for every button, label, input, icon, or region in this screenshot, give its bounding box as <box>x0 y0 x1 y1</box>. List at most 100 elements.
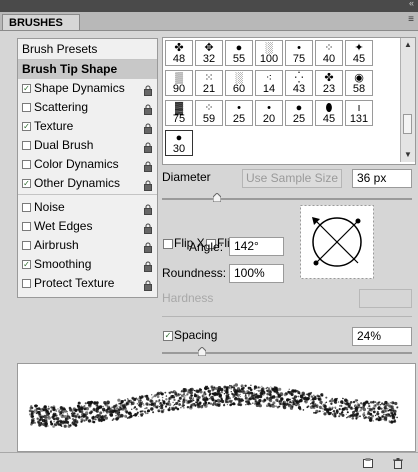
brush-preset-cell[interactable]: ⁘ 40 <box>315 40 343 66</box>
option-scattering[interactable]: Scattering <box>18 98 157 117</box>
lock-icon[interactable] <box>143 178 153 191</box>
panel-bottom-bar <box>0 452 418 472</box>
option-label: Dual Brush <box>34 138 94 152</box>
brush-size-label: 131 <box>349 113 369 125</box>
brush-preset-cell[interactable]: ✤ 23 <box>315 70 343 96</box>
spacing-input[interactable]: 24% <box>352 327 412 346</box>
option-wet-edges[interactable]: Wet Edges <box>18 217 157 236</box>
brush-preset-cell[interactable]: ⁖ 14 <box>255 70 283 96</box>
trash-icon[interactable] <box>392 457 404 469</box>
option-protect-texture[interactable]: Protect Texture <box>18 274 157 293</box>
hardness-label: Hardness <box>162 291 214 305</box>
brush-size-label: 45 <box>322 113 336 125</box>
option-checkbox[interactable]: ✓ <box>22 84 31 93</box>
brush-preset-cell[interactable]: ✥ 32 <box>195 40 223 66</box>
panel-menu-icon[interactable]: ≡ <box>408 14 414 25</box>
option-checkbox[interactable] <box>22 279 31 288</box>
option-label: Protect Texture <box>34 276 115 290</box>
brush-size-label: 75 <box>172 113 186 125</box>
option-checkbox[interactable] <box>22 222 31 231</box>
brush-size-label: 40 <box>322 53 336 65</box>
stroke-preview <box>17 363 416 452</box>
option-texture[interactable]: ✓ Texture <box>18 117 157 136</box>
panel-title-bar: « <box>0 0 418 12</box>
angle-input[interactable]: 142° <box>229 237 284 256</box>
brush-preset-cell[interactable]: ⁘ 59 <box>195 100 223 126</box>
brush-preset-cell[interactable]: ░ 60 <box>225 70 253 96</box>
brush-size-label: 60 <box>232 83 246 95</box>
brush-preset-cell[interactable]: • 25 <box>225 100 253 126</box>
brush-preset-cell[interactable]: ● 25 <box>285 100 313 126</box>
option-checkbox[interactable] <box>22 203 31 212</box>
option-checkbox[interactable] <box>22 160 31 169</box>
brush-preset-cell[interactable]: ı 131 <box>345 100 373 126</box>
scroll-up-icon[interactable]: ▲ <box>402 39 414 51</box>
tab-brushes[interactable]: BRUSHES <box>2 14 80 30</box>
option-dual-brush[interactable]: Dual Brush <box>18 136 157 155</box>
brush-preset-cell[interactable]: ⁛ 43 <box>285 70 313 96</box>
brush-preset-cell[interactable]: ⬮ 45 <box>315 100 343 126</box>
brush-preset-cell[interactable]: ▓ 75 <box>165 100 193 126</box>
brush-preset-cell[interactable]: ● 30 <box>165 130 193 156</box>
lock-icon[interactable] <box>143 278 153 291</box>
brush-size-label: 25 <box>232 113 246 125</box>
brush-preset-cell[interactable]: ✤ 48 <box>165 40 193 66</box>
brush-preset-cell[interactable]: ░ 100 <box>255 40 283 66</box>
option-checkbox[interactable]: ✓ <box>22 179 31 188</box>
list-separator <box>18 194 157 195</box>
lock-icon[interactable] <box>143 259 153 272</box>
scroll-down-icon[interactable]: ▼ <box>402 149 414 161</box>
lock-icon[interactable] <box>143 121 153 134</box>
brush-tip-grid: ▲ ▼ ✤ 48 ✥ 32 ● 55 ░ 100 • 75 ⁘ 40 ✦ 45 ▒ 90 ⁙ 21 ░ 60 ⁖ 14 ⁛ 4… <box>162 37 416 165</box>
brush-size-label: 20 <box>262 113 276 125</box>
option-checkbox[interactable] <box>22 103 31 112</box>
lock-icon[interactable] <box>143 221 153 234</box>
spacing-slider-thumb[interactable] <box>198 347 206 356</box>
spacing-checkbox[interactable]: ✓ <box>163 331 173 341</box>
lock-icon[interactable] <box>143 140 153 153</box>
grid-scrollbar[interactable]: ▲ ▼ <box>400 38 415 162</box>
brush-preset-cell[interactable]: ⁙ 21 <box>195 70 223 96</box>
diameter-slider-thumb[interactable] <box>213 193 221 202</box>
option-noise[interactable]: Noise <box>18 198 157 217</box>
option-label: Noise <box>34 200 65 214</box>
option-brush-tip-shape[interactable]: Brush Tip Shape <box>18 60 157 79</box>
option-label: Brush Tip Shape <box>22 62 118 76</box>
brush-size-label: 100 <box>259 53 279 65</box>
option-other-dynamics[interactable]: ✓ Other Dynamics <box>18 174 157 193</box>
lock-icon[interactable] <box>143 202 153 215</box>
option-shape-dynamics[interactable]: ✓ Shape Dynamics <box>18 79 157 98</box>
diameter-input[interactable]: 36 px <box>352 169 412 188</box>
option-label: Smoothing <box>34 257 92 271</box>
diameter-slider[interactable] <box>162 198 412 200</box>
roundness-input[interactable]: 100% <box>229 264 284 283</box>
option-smoothing[interactable]: ✓ Smoothing <box>18 255 157 274</box>
stroke-preview-image <box>28 383 399 428</box>
option-checkbox[interactable] <box>22 141 31 150</box>
lock-icon[interactable] <box>143 159 153 172</box>
new-preset-icon[interactable] <box>362 457 374 469</box>
option-airbrush[interactable]: Airbrush <box>18 236 157 255</box>
scroll-thumb[interactable] <box>403 114 412 134</box>
lock-icon[interactable] <box>143 240 153 253</box>
flip-x-checkbox[interactable] <box>163 239 173 249</box>
angle-roundness-widget[interactable] <box>300 205 374 279</box>
brush-preset-cell[interactable]: • 75 <box>285 40 313 66</box>
brush-preset-cell[interactable]: ▒ 90 <box>165 70 193 96</box>
option-label: Shape Dynamics <box>34 81 125 95</box>
brush-preset-cell[interactable]: ◉ 58 <box>345 70 373 96</box>
option-checkbox[interactable]: ✓ <box>22 260 31 269</box>
lock-icon[interactable] <box>143 83 153 96</box>
brush-preset-cell[interactable]: • 20 <box>255 100 283 126</box>
option-checkbox[interactable]: ✓ <box>22 122 31 131</box>
option-brush-presets[interactable]: Brush Presets <box>18 40 157 59</box>
tab-row: BRUSHES ≡ <box>0 12 418 31</box>
lock-icon[interactable] <box>143 102 153 115</box>
brush-preset-cell[interactable]: ● 55 <box>225 40 253 66</box>
spacing-label: Spacing <box>174 328 218 342</box>
brush-size-label: 55 <box>232 53 246 65</box>
option-color-dynamics[interactable]: Color Dynamics <box>18 155 157 174</box>
collapse-icon[interactable]: « <box>409 0 414 8</box>
option-checkbox[interactable] <box>22 241 31 250</box>
brush-preset-cell[interactable]: ✦ 45 <box>345 40 373 66</box>
